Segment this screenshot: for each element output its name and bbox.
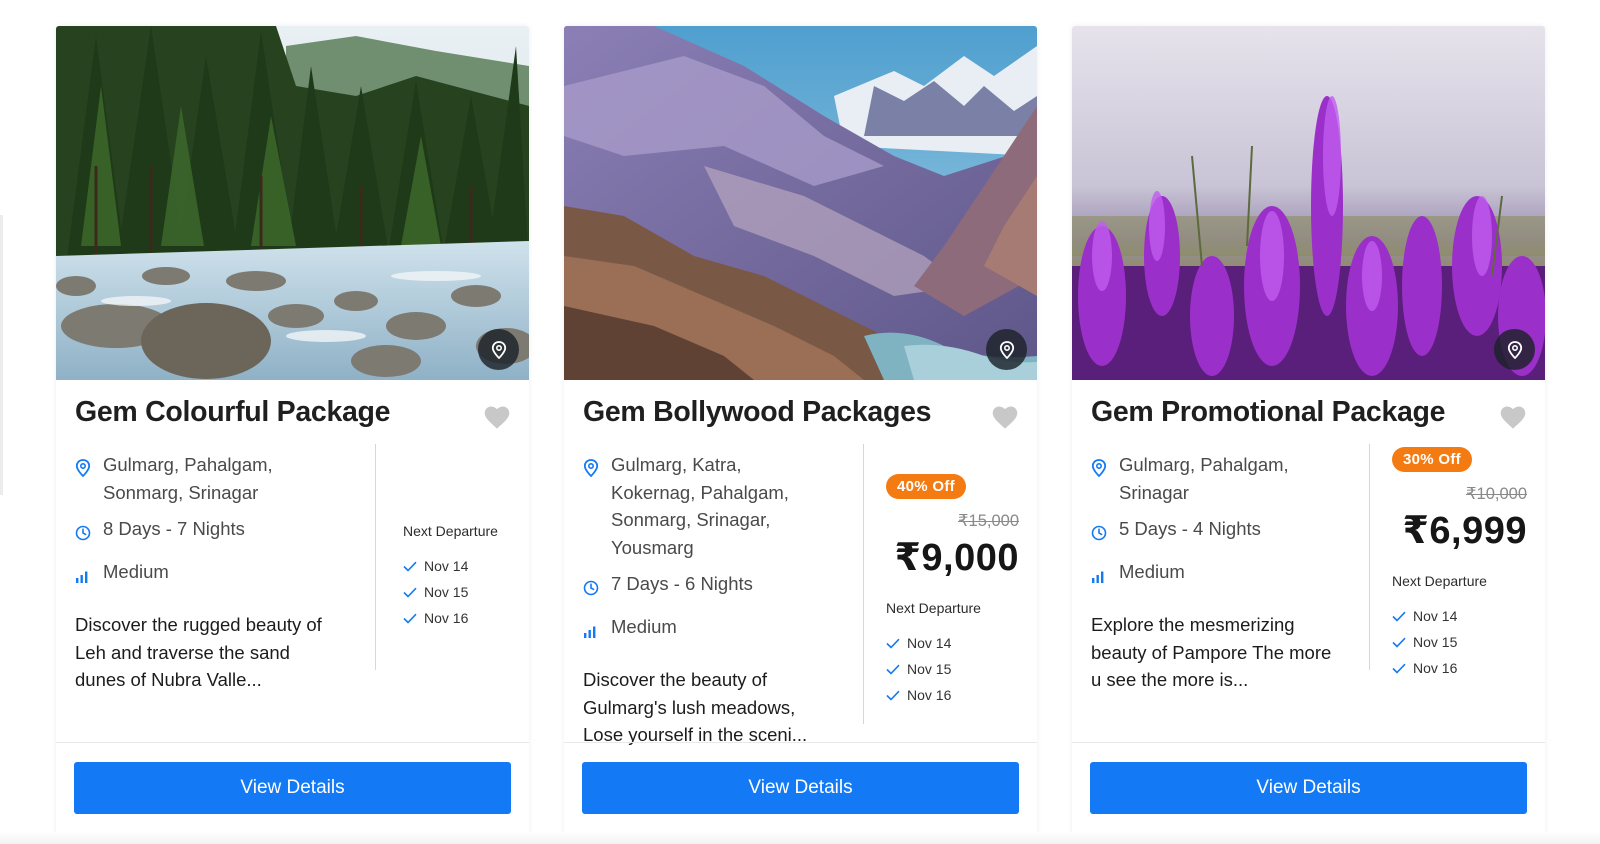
difficulty-text: Medium [611, 615, 677, 637]
location-text: Gulmarg, Pahalgam, Srinagar [1119, 454, 1289, 503]
check-icon [403, 613, 417, 624]
next-departure-label: Next Departure [886, 600, 981, 616]
package-title[interactable]: Gem Promotional Package [1091, 396, 1446, 429]
check-icon [403, 587, 417, 598]
purple-flowers-photo [1072, 26, 1545, 380]
column-divider [863, 444, 864, 724]
check-icon [1392, 663, 1406, 674]
difficulty-text: Medium [103, 560, 169, 582]
card-footer-divider [564, 742, 1037, 743]
view-details-button[interactable]: View Details [1090, 762, 1527, 814]
departure-date[interactable]: Nov 14 [1392, 603, 1527, 629]
departure-date[interactable]: Nov 14 [403, 553, 513, 579]
package-image[interactable] [1072, 26, 1545, 380]
original-price: ₹15,000 [958, 512, 1019, 530]
clock-icon [1091, 525, 1107, 541]
map-pin-icon [999, 340, 1014, 359]
difficulty-row: Medium [583, 613, 868, 647]
current-price: ₹9,000 [894, 537, 1019, 579]
duration-row: 7 Days - 6 Nights [583, 570, 868, 604]
location-icon [75, 459, 91, 478]
location-text: Gulmarg, Katra, Kokernag, Pahalgam, Sonm… [611, 454, 789, 558]
location-row: Gulmarg, Pahalgam, Sonmarg, Srinagar [75, 451, 360, 506]
duration-text: 5 Days - 4 Nights [1119, 518, 1261, 539]
difficulty-row: Medium [75, 558, 360, 592]
location-row: Gulmarg, Pahalgam, Srinagar [1091, 451, 1376, 506]
current-price: ₹6,999 [1402, 510, 1527, 552]
departure-date[interactable]: Nov 15 [886, 656, 1019, 682]
location-icon [583, 459, 599, 478]
duration-row: 5 Days - 4 Nights [1091, 515, 1376, 549]
column-divider [375, 444, 376, 670]
location-icon [1091, 459, 1107, 478]
card-footer-divider [1072, 742, 1545, 743]
original-price: ₹10,000 [1466, 485, 1527, 503]
check-icon [1392, 637, 1406, 648]
check-icon [1392, 611, 1406, 622]
price-panel: 40% Off ₹15,000 ₹9,000 Next Departure No… [886, 474, 1019, 708]
map-pin-button[interactable] [478, 329, 519, 370]
signal-bars-icon [76, 571, 88, 583]
departure-date[interactable]: Nov 15 [403, 579, 513, 605]
map-pin-icon [1507, 340, 1522, 359]
departure-date[interactable]: Nov 14 [886, 630, 1019, 656]
difficulty-text: Medium [1119, 560, 1185, 582]
page-bottom-edge [0, 832, 1600, 844]
check-icon [886, 664, 900, 675]
map-pin-icon [491, 340, 506, 359]
clock-icon [583, 580, 599, 596]
location-row: Gulmarg, Katra, Kokernag, Pahalgam, Sonm… [583, 451, 868, 561]
duration-text: 7 Days - 6 Nights [611, 573, 753, 594]
heart-icon[interactable] [991, 404, 1019, 430]
forest-river-photo [56, 26, 529, 380]
map-pin-button[interactable] [986, 329, 1027, 370]
check-icon [886, 690, 900, 701]
duration-text: 8 Days - 7 Nights [103, 518, 245, 539]
map-pin-button[interactable] [1494, 329, 1535, 370]
departure-date[interactable]: Nov 16 [886, 682, 1019, 708]
heart-icon[interactable] [483, 404, 511, 430]
package-card: Gem Bollywood Packages Gulmarg, Katra, K… [564, 26, 1037, 844]
column-divider [1369, 444, 1370, 670]
package-info: Gulmarg, Katra, Kokernag, Pahalgam, Sonm… [583, 451, 868, 749]
signal-bars-icon [584, 626, 596, 638]
next-departure-label: Next Departure [1392, 573, 1487, 589]
clock-icon [75, 525, 91, 541]
departure-date[interactable]: Nov 15 [1392, 629, 1527, 655]
view-details-button[interactable]: View Details [74, 762, 511, 814]
page-edge [0, 215, 3, 495]
difficulty-row: Medium [1091, 558, 1376, 592]
check-icon [403, 561, 417, 572]
package-card: Gem Promotional Package Gulmarg, Pahalga… [1072, 26, 1545, 844]
package-title[interactable]: Gem Colourful Package [75, 396, 391, 429]
price-panel: 30% Off ₹10,000 ₹6,999 Next Departure No… [1392, 447, 1527, 681]
package-description: Discover the rugged beauty of Leh and tr… [75, 614, 322, 690]
package-image[interactable] [564, 26, 1037, 380]
departure-date[interactable]: Nov 16 [403, 605, 513, 631]
view-details-button[interactable]: View Details [582, 762, 1019, 814]
discount-badge: 30% Off [1392, 447, 1472, 472]
signal-bars-icon [1092, 571, 1104, 583]
card-footer-divider [56, 742, 529, 743]
package-info: Gulmarg, Pahalgam, Srinagar 5 Days - 4 N… [1091, 451, 1376, 694]
package-title[interactable]: Gem Bollywood Packages [583, 396, 932, 429]
package-card: Gem Colourful Package Gulmarg, Pahalgam,… [56, 26, 529, 844]
next-departure-label: Next Departure [403, 523, 498, 539]
departure-date[interactable]: Nov 16 [1392, 655, 1527, 681]
discount-badge: 40% Off [886, 474, 966, 499]
heart-icon[interactable] [1499, 404, 1527, 430]
package-info: Gulmarg, Pahalgam, Sonmarg, Srinagar 8 D… [75, 451, 360, 694]
mountain-valley-photo [564, 26, 1037, 380]
package-description: Explore the mesmerizing beauty of Pampor… [1091, 614, 1332, 690]
package-image[interactable] [56, 26, 529, 380]
package-description: Discover the beauty of Gulmarg's lush me… [583, 669, 808, 745]
departure-panel: Next Departure Nov 14 Nov 15 Nov 16 [403, 523, 513, 631]
duration-row: 8 Days - 7 Nights [75, 515, 360, 549]
location-text: Gulmarg, Pahalgam, Sonmarg, Srinagar [103, 454, 273, 503]
check-icon [886, 638, 900, 649]
